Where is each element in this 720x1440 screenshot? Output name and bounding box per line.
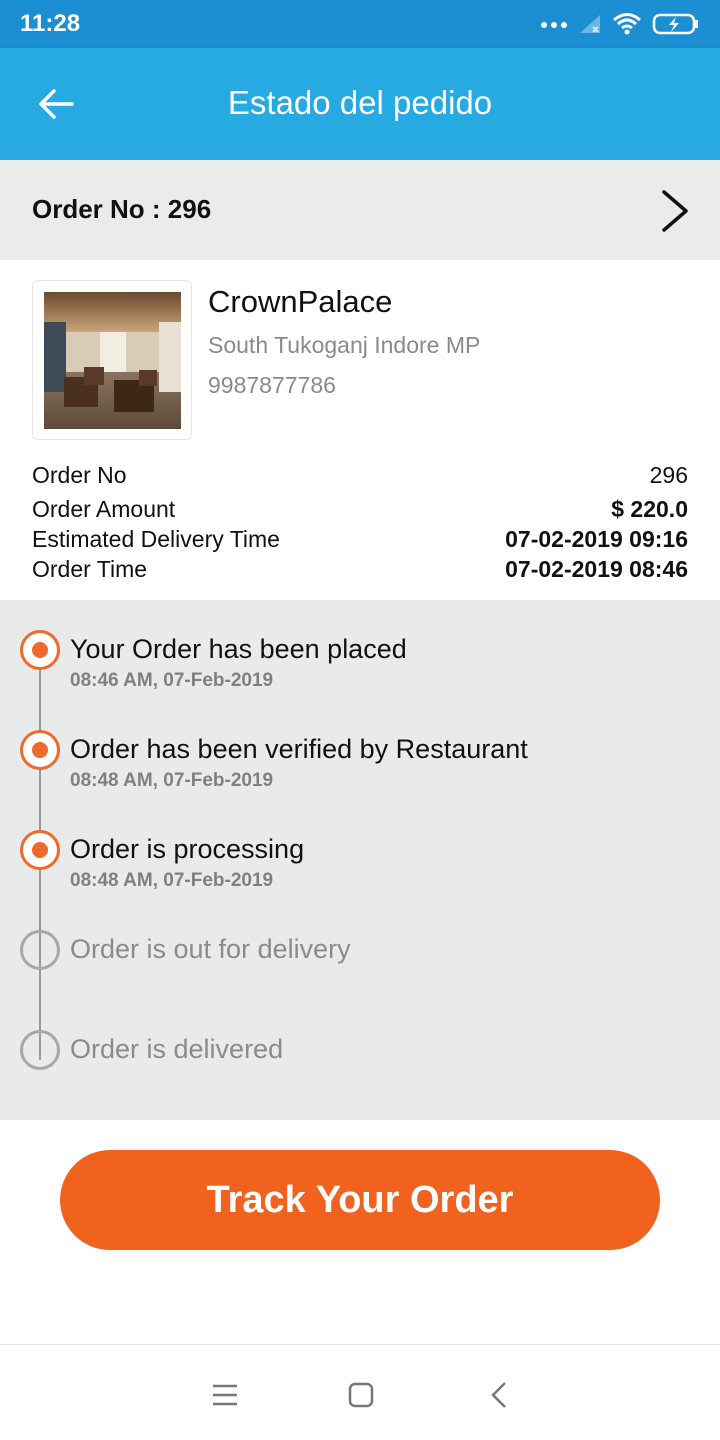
status-bar: 11:28 <box>0 0 720 48</box>
nav-back-button[interactable] <box>479 1375 519 1415</box>
order-number-label: Order No : 296 <box>32 194 212 224</box>
chevron-right-icon[interactable] <box>658 188 694 234</box>
home-button[interactable] <box>341 1375 381 1415</box>
detail-value: 07-02-2019 09:16 <box>505 526 688 552</box>
timeline-step-out-for-delivery: Order is out for delivery <box>0 930 720 1010</box>
menu-button[interactable] <box>205 1375 245 1415</box>
status-dot-pending <box>20 1030 60 1070</box>
order-header-row[interactable]: Order No : 296 <box>0 160 720 260</box>
detail-value: 296 <box>649 462 688 488</box>
order-info-section: CrownPalace South Tukoganj Indore MP 998… <box>0 260 720 600</box>
detail-label: Estimated Delivery Time <box>32 526 280 552</box>
restaurant-image-frame <box>32 280 192 440</box>
detail-row-estimated-delivery: Estimated Delivery Time 07-02-2019 09:16 <box>32 526 688 553</box>
detail-label: Order Time <box>32 556 148 582</box>
timeline-step-delivered: Order is delivered <box>0 1030 720 1110</box>
timeline-step-title: Order has been verified by Restaurant <box>70 734 528 764</box>
system-nav-bar <box>0 1344 720 1440</box>
menu-icon <box>213 1384 237 1406</box>
battery-icon <box>652 13 698 35</box>
dots-icon <box>541 22 567 28</box>
status-icons <box>540 10 700 38</box>
status-dot-done <box>20 630 60 670</box>
detail-value: $ 220.0 <box>611 496 688 522</box>
wifi-icon <box>613 13 641 35</box>
timeline-step-title: Order is processing <box>70 834 305 864</box>
home-square-icon <box>348 1382 374 1408</box>
detail-label: Order Amount <box>32 496 176 522</box>
timeline-step-title: Order is out for delivery <box>70 934 351 964</box>
timeline-step-processing: Order is processing 08:48 AM, 07-Feb-201… <box>0 830 720 910</box>
detail-value: 07-02-2019 08:46 <box>505 556 688 582</box>
timeline-step-date: 08:46 AM, 07-Feb-2019 <box>70 670 274 691</box>
restaurant-name: CrownPalace <box>208 284 393 319</box>
status-time: 11:28 <box>20 10 81 37</box>
app-bar: Estado del pedido <box>0 48 720 160</box>
signal-icon <box>580 15 600 33</box>
timeline-step-title: Your Order has been placed <box>70 634 407 664</box>
timeline-step-title: Order is delivered <box>70 1034 284 1064</box>
restaurant-image <box>44 292 181 429</box>
detail-row-order-no: Order No 296 <box>32 462 688 489</box>
back-chevron-icon <box>491 1382 506 1408</box>
timeline-step-verified: Order has been verified by Restaurant 08… <box>0 730 720 810</box>
timeline-step-date: 08:48 AM, 07-Feb-2019 <box>70 770 274 791</box>
detail-row-order-time: Order Time 07-02-2019 08:46 <box>32 556 688 583</box>
page-title: Estado del pedido <box>227 84 493 121</box>
detail-label: Order No <box>32 462 127 488</box>
track-order-button[interactable]: Track Your Order <box>60 1150 660 1250</box>
order-status-timeline: Your Order has been placed 08:46 AM, 07-… <box>0 600 720 1120</box>
restaurant-phone[interactable]: 9987877786 <box>208 372 336 399</box>
restaurant-address: South Tukoganj Indore MP <box>208 332 481 358</box>
timeline-step-date: 08:48 AM, 07-Feb-2019 <box>70 870 274 891</box>
status-dot-done <box>20 830 60 870</box>
status-dot-done <box>20 730 60 770</box>
status-dot-pending <box>20 930 60 970</box>
timeline-step-placed: Your Order has been placed 08:46 AM, 07-… <box>0 630 720 710</box>
detail-row-order-amount: Order Amount $ 220.0 <box>32 496 688 523</box>
